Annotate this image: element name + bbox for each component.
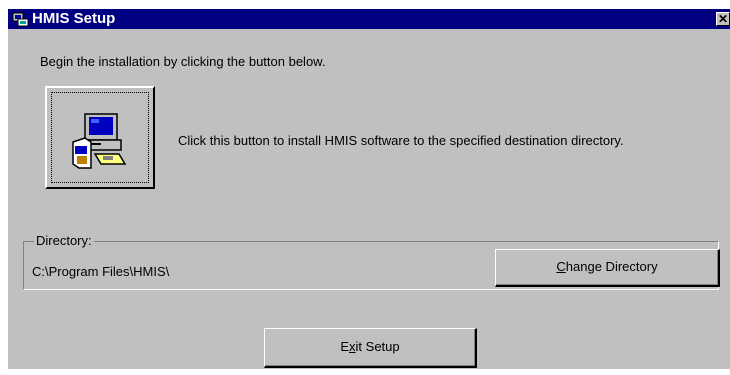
directory-path: C:\Program Files\HMIS\ — [32, 264, 170, 279]
setup-window: HMIS Setup ✕ Begin the installation by c… — [8, 9, 730, 369]
close-icon: ✕ — [717, 12, 729, 26]
computer-install-icon — [72, 113, 127, 169]
directory-label: Directory: — [34, 233, 94, 249]
title-bar: HMIS Setup ✕ — [8, 9, 730, 29]
install-caption: Click this button to install HMIS softwa… — [178, 133, 624, 148]
exit-setup-pre: E — [340, 339, 350, 354]
change-directory-button[interactable]: Change Directory — [495, 249, 720, 287]
change-directory-label: hange Directory — [565, 259, 658, 274]
window-title: HMIS Setup — [32, 10, 116, 27]
setup-app-icon — [12, 10, 30, 28]
install-button[interactable] — [45, 86, 155, 189]
close-button[interactable]: ✕ — [716, 12, 730, 26]
intro-text: Begin the installation by clicking the b… — [40, 54, 326, 69]
exit-setup-label: it Setup — [355, 339, 400, 354]
exit-setup-button[interactable]: Exit Setup — [264, 328, 477, 368]
change-directory-accel: C — [556, 259, 566, 274]
